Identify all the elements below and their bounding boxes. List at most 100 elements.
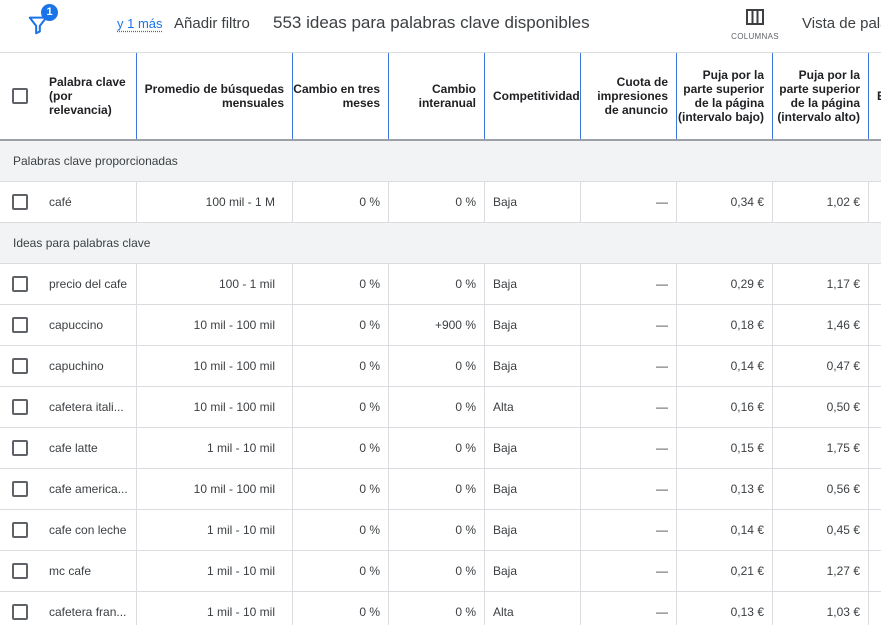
row-checkbox-cell xyxy=(0,182,40,222)
competition-cell: Baja xyxy=(485,182,581,222)
header-competition[interactable]: Competitividad xyxy=(485,53,581,139)
yoy-change-cell: 0 % xyxy=(389,469,485,509)
row-checkbox-cell xyxy=(0,510,40,550)
keyword-cell[interactable]: café xyxy=(40,182,137,222)
competition-cell: Baja xyxy=(485,264,581,304)
header-bid-high[interactable]: Puja por la parte superior de la página … xyxy=(773,53,869,139)
keyword-cell[interactable]: cafe latte xyxy=(40,428,137,468)
view-selector[interactable]: Vista de pala xyxy=(802,15,881,32)
impression-share-cell: — xyxy=(581,592,677,625)
impression-share-cell: — xyxy=(581,305,677,345)
row-checkbox[interactable] xyxy=(12,276,28,292)
header-bid-low[interactable]: Puja por la parte superior de la página … xyxy=(677,53,773,139)
filter-button[interactable]: 1 xyxy=(26,4,58,35)
yoy-change-cell: 0 % xyxy=(389,551,485,591)
yoy-change-cell: 0 % xyxy=(389,592,485,625)
row-checkbox[interactable] xyxy=(12,522,28,538)
keyword-cell[interactable]: mc cafe xyxy=(40,551,137,591)
keyword-cell[interactable]: capuccino xyxy=(40,305,137,345)
bid-high-cell: 1,02 € xyxy=(773,182,869,222)
columns-icon xyxy=(746,9,764,25)
row-checkbox[interactable] xyxy=(12,358,28,374)
yoy-change-cell: 0 % xyxy=(389,387,485,427)
select-all-cell xyxy=(0,53,40,139)
row-checkbox[interactable] xyxy=(12,399,28,415)
more-filters-link[interactable]: y 1 más xyxy=(117,16,163,31)
three-month-change-cell: 0 % xyxy=(293,346,389,386)
row-checkbox-cell xyxy=(0,469,40,509)
table-row: cafetera fran... 1 mil - 10 mil 0 % 0 % … xyxy=(0,592,881,625)
three-month-change-cell: 0 % xyxy=(293,182,389,222)
bid-high-cell: 0,45 € xyxy=(773,510,869,550)
row-checkbox[interactable] xyxy=(12,563,28,579)
table-header-row: Palabra clave (por relevancia) Promedio … xyxy=(0,53,881,141)
row-checkbox[interactable] xyxy=(12,317,28,333)
keyword-cell[interactable]: precio del cafe xyxy=(40,264,137,304)
three-month-change-cell: 0 % xyxy=(293,469,389,509)
bid-low-cell: 0,18 € xyxy=(677,305,773,345)
table-row: cafe latte 1 mil - 10 mil 0 % 0 % Baja —… xyxy=(0,428,881,469)
header-next-column-label: E xyxy=(877,89,881,103)
bid-high-cell: 1,03 € xyxy=(773,592,869,625)
header-bid-low-label: Puja por la parte superior de la página … xyxy=(677,68,764,124)
three-month-change-cell: 0 % xyxy=(293,592,389,625)
keyword-cell[interactable]: cafe con leche xyxy=(40,510,137,550)
avg-searches-cell: 100 - 1 mil xyxy=(137,264,293,304)
header-three-month-label: Cambio en tres meses xyxy=(293,82,380,110)
bid-low-cell: 0,21 € xyxy=(677,551,773,591)
header-avg-searches-label: Promedio de búsquedas mensuales xyxy=(144,82,284,110)
keyword-cell[interactable]: cafetera itali... xyxy=(40,387,137,427)
header-three-month-change[interactable]: Cambio en tres meses xyxy=(293,53,389,139)
header-yoy-change[interactable]: Cambio interanual xyxy=(389,53,485,139)
header-keyword-label: Palabra clave (por relevancia) xyxy=(49,75,126,117)
bid-low-cell: 0,16 € xyxy=(677,387,773,427)
header-avg-searches[interactable]: Promedio de búsquedas mensuales xyxy=(137,53,293,139)
row-checkbox-cell xyxy=(0,305,40,345)
competition-cell: Baja xyxy=(485,428,581,468)
table-row: cafetera itali... 10 mil - 100 mil 0 % 0… xyxy=(0,387,881,428)
keyword-cell[interactable]: cafetera fran... xyxy=(40,592,137,625)
keyword-cell[interactable]: cafe america... xyxy=(40,469,137,509)
row-checkbox[interactable] xyxy=(12,481,28,497)
table-row: mc cafe 1 mil - 10 mil 0 % 0 % Baja — 0,… xyxy=(0,551,881,592)
table-row: cafe con leche 1 mil - 10 mil 0 % 0 % Ba… xyxy=(0,510,881,551)
three-month-change-cell: 0 % xyxy=(293,305,389,345)
competition-cell: Alta xyxy=(485,592,581,625)
row-checkbox[interactable] xyxy=(12,440,28,456)
row-checkbox-cell xyxy=(0,551,40,591)
competition-cell: Baja xyxy=(485,510,581,550)
competition-cell: Baja xyxy=(485,346,581,386)
add-filter-button[interactable]: Añadir filtro xyxy=(174,15,250,32)
impression-share-cell: — xyxy=(581,510,677,550)
row-checkbox-cell xyxy=(0,264,40,304)
keyword-ideas-table: Palabra clave (por relevancia) Promedio … xyxy=(0,53,881,625)
avg-searches-cell: 1 mil - 10 mil xyxy=(137,592,293,625)
avg-searches-cell: 100 mil - 1 M xyxy=(137,182,293,222)
header-impression-share[interactable]: Cuota de impresiones de anuncio xyxy=(581,53,677,139)
row-checkbox-cell xyxy=(0,592,40,625)
bid-high-cell: 1,75 € xyxy=(773,428,869,468)
yoy-change-cell: +900 % xyxy=(389,305,485,345)
avg-searches-cell: 10 mil - 100 mil xyxy=(137,387,293,427)
bid-low-cell: 0,14 € xyxy=(677,346,773,386)
impression-share-cell: — xyxy=(581,387,677,427)
yoy-change-cell: 0 % xyxy=(389,428,485,468)
select-all-checkbox[interactable] xyxy=(12,88,28,104)
three-month-change-cell: 0 % xyxy=(293,387,389,427)
row-checkbox-cell xyxy=(0,346,40,386)
columns-button[interactable]: COLUMNAS xyxy=(728,8,782,46)
row-checkbox[interactable] xyxy=(12,604,28,620)
yoy-change-cell: 0 % xyxy=(389,182,485,222)
yoy-change-cell: 0 % xyxy=(389,264,485,304)
header-next-column[interactable]: E xyxy=(869,53,881,139)
header-yoy-label: Cambio interanual xyxy=(418,82,476,110)
competition-cell: Baja xyxy=(485,469,581,509)
keyword-cell[interactable]: capuchino xyxy=(40,346,137,386)
avg-searches-cell: 1 mil - 10 mil xyxy=(137,510,293,550)
three-month-change-cell: 0 % xyxy=(293,551,389,591)
table-row: precio del cafe 100 - 1 mil 0 % 0 % Baja… xyxy=(0,264,881,305)
section-provided-label: Palabras clave proporcionadas xyxy=(13,154,178,168)
header-keyword[interactable]: Palabra clave (por relevancia) xyxy=(40,53,137,139)
row-checkbox[interactable] xyxy=(12,194,28,210)
filter-count-badge: 1 xyxy=(41,4,58,21)
